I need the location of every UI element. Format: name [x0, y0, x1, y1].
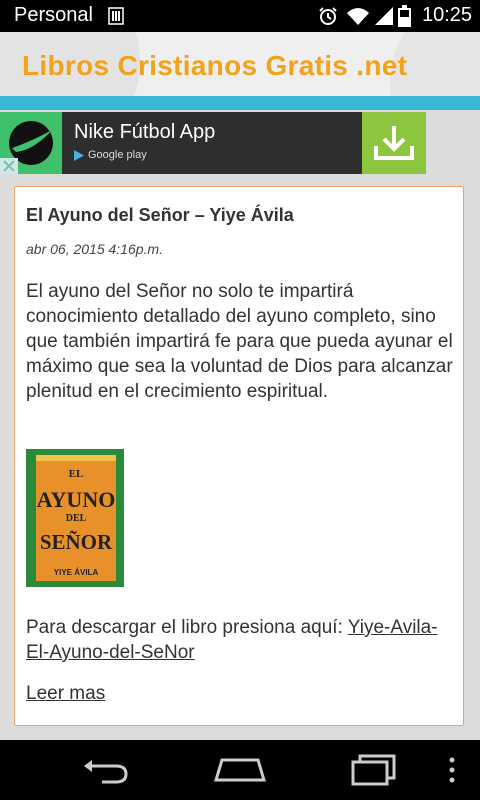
ad-banner[interactable]: Nike Fútbol App Google play	[0, 112, 426, 174]
wifi-icon	[347, 8, 369, 25]
post-title[interactable]: El Ayuno del Señor – Yiye Ávila	[26, 205, 294, 226]
recent-apps-icon[interactable]	[350, 754, 398, 786]
battery-icon	[398, 5, 411, 27]
ad-title[interactable]: Nike Fútbol App	[74, 121, 215, 144]
carrier-name: Personal	[14, 4, 93, 26]
status-bar: Personal 10:25	[0, 0, 480, 32]
ad-download-button[interactable]	[362, 112, 426, 174]
sim-icon	[108, 7, 124, 25]
book-cover-text: SEÑOR	[40, 530, 113, 554]
home-icon[interactable]	[214, 758, 266, 782]
download-prefix: Para descargar el libro presiona aquí:	[26, 617, 343, 638]
book-cover-text: YIYE ÁVILA	[54, 568, 99, 577]
book-cover-text: DEL	[66, 513, 87, 524]
back-icon[interactable]	[82, 756, 132, 784]
post-card: El Ayuno del Señor – Yiye Ávila abr 06, …	[14, 186, 464, 726]
ad-store-label: Google play	[88, 149, 147, 161]
download-text: Para descargar el libro presiona aquí: Y…	[26, 615, 456, 665]
nav-bar	[0, 740, 480, 800]
clock: 10:25	[422, 4, 473, 26]
close-icon[interactable]	[0, 158, 18, 174]
header-strip	[0, 96, 480, 110]
site-header: Libros Cristianos Gratis .net	[0, 32, 480, 96]
book-cover-text: EL	[69, 468, 84, 480]
alarm-icon	[319, 7, 337, 25]
post-date: abr 06, 2015 4:16p.m.	[26, 241, 163, 257]
download-icon	[374, 126, 414, 160]
book-cover-text: AYUNO	[37, 487, 116, 512]
post-body: El ayuno del Señor no solo te impartirá …	[26, 281, 453, 402]
site-title[interactable]: Libros Cristianos Gratis .net	[22, 50, 407, 82]
signal-icon	[375, 7, 393, 25]
read-more-link[interactable]: Leer mas	[26, 683, 105, 705]
menu-icon[interactable]	[446, 756, 458, 784]
play-store-icon	[74, 150, 84, 161]
book-cover-image[interactable]: EL AYUNO DEL SEÑOR YIYE ÁVILA	[26, 449, 124, 587]
